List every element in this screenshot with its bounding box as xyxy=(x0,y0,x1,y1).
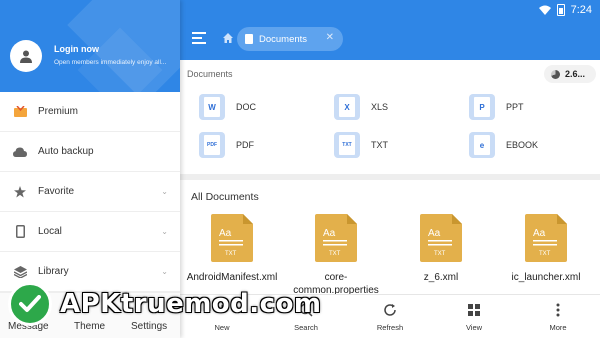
status-time: 7:24 xyxy=(570,4,592,16)
file-item[interactable]: Aa TXT z_6.xml xyxy=(393,214,489,284)
category-label: PPT xyxy=(506,102,524,112)
app-screen: 7:24 Documents ✕ Documents 2.6... W DOC … xyxy=(0,0,600,338)
svg-text:Aa: Aa xyxy=(533,228,546,239)
doc-icon: W xyxy=(199,94,225,120)
pdf-icon: PDF xyxy=(199,132,225,158)
category-ppt[interactable]: P PPT xyxy=(469,94,524,120)
refresh-label: Refresh xyxy=(376,323,404,332)
file-name: ic_launcher.xml xyxy=(511,272,581,283)
category-label: TXT xyxy=(371,140,388,150)
drawer-item-label: Favorite xyxy=(38,186,75,197)
svg-text:Aa: Aa xyxy=(323,228,336,239)
tab-documents[interactable]: Documents ✕ xyxy=(237,27,343,51)
category-xls[interactable]: X XLS xyxy=(334,94,388,120)
txt-file-icon: Aa TXT xyxy=(315,214,357,262)
all-documents-label: All Documents xyxy=(191,191,259,203)
drawer-item-label: Library xyxy=(38,266,69,277)
svg-text:TXT: TXT xyxy=(434,251,446,257)
svg-text:TXT: TXT xyxy=(225,251,237,257)
view-button[interactable]: View xyxy=(444,301,504,332)
battery-icon xyxy=(556,4,565,16)
svg-text:TXT: TXT xyxy=(329,251,341,257)
grid-view-icon xyxy=(468,304,480,316)
txt-file-icon: Aa TXT xyxy=(420,214,462,262)
category-label: XLS xyxy=(371,102,389,112)
svg-text:Aa: Aa xyxy=(219,228,232,239)
drawer-item-label: Premium xyxy=(38,106,79,117)
drawer-item-auto-backup[interactable]: Auto backup xyxy=(0,132,180,172)
status-icons: 7:24 xyxy=(538,3,592,17)
drawer-item-label: Local xyxy=(38,226,62,237)
menu-icon[interactable] xyxy=(192,32,206,44)
category-pdf[interactable]: PDF PDF xyxy=(199,132,254,158)
cloud-upload-icon xyxy=(13,145,27,159)
drawer-item-local[interactable]: Local ⌄ xyxy=(0,212,180,252)
home-icon[interactable] xyxy=(223,33,233,43)
ebook-icon: e xyxy=(469,132,495,158)
phone-icon xyxy=(13,225,27,239)
drawer-item-label: Auto backup xyxy=(38,146,94,157)
more-button[interactable]: More xyxy=(528,301,588,332)
more-vertical-icon xyxy=(556,303,560,317)
category-label: EBOOK xyxy=(506,140,539,150)
refresh-button[interactable]: Refresh xyxy=(360,301,420,332)
category-ebook[interactable]: e EBOOK xyxy=(469,132,538,158)
layers-icon xyxy=(13,265,27,279)
category-label: DOC xyxy=(236,102,256,112)
txt-file-icon: Aa TXT xyxy=(211,214,253,262)
checkmark-logo-icon xyxy=(8,282,52,326)
refresh-icon xyxy=(384,304,396,316)
txt-file-icon: Aa TXT xyxy=(525,214,567,262)
more-label: More xyxy=(549,323,567,332)
wifi-icon xyxy=(538,5,551,15)
login-subtitle: Open members immediately enjoy all... xyxy=(54,59,167,66)
tab-label: Documents xyxy=(259,33,308,45)
ppt-icon: P xyxy=(469,94,495,120)
document-icon xyxy=(245,34,253,44)
storage-chip[interactable]: 2.6... xyxy=(544,65,596,83)
person-icon xyxy=(20,50,32,63)
star-icon xyxy=(13,185,27,199)
category-txt[interactable]: TXT TXT xyxy=(334,132,388,158)
svg-text:TXT: TXT xyxy=(539,251,551,257)
chevron-down-icon[interactable]: ⌄ xyxy=(161,267,168,276)
txt-icon: TXT xyxy=(334,132,360,158)
documents-section-label: Documents xyxy=(187,69,233,79)
watermark-text: APKtruemod.com xyxy=(60,289,322,319)
file-name: z_6.xml xyxy=(423,272,459,283)
section-divider xyxy=(180,174,600,180)
drawer-header[interactable]: Login now Open members immediately enjoy… xyxy=(0,0,180,92)
login-title[interactable]: Login now xyxy=(54,44,99,54)
view-label: View xyxy=(465,323,483,332)
drawer-item-favorite[interactable]: Favorite ⌄ xyxy=(0,172,180,212)
svg-text:Aa: Aa xyxy=(428,228,441,239)
xls-icon: X xyxy=(334,94,360,120)
drawer-item-premium[interactable]: Premium xyxy=(0,92,180,132)
file-item[interactable]: Aa TXT AndroidManifest.xml xyxy=(184,214,280,284)
category-label: PDF xyxy=(236,140,254,150)
storage-pie-icon xyxy=(551,69,560,79)
avatar[interactable] xyxy=(10,40,42,72)
drawer-menu: Premium Auto backup Favorite ⌄ Local ⌄ L… xyxy=(0,92,180,292)
chevron-down-icon[interactable]: ⌄ xyxy=(161,187,168,196)
watermark: APKtruemod.com xyxy=(8,282,322,326)
chevron-down-icon[interactable]: ⌄ xyxy=(161,227,168,236)
category-doc[interactable]: W DOC xyxy=(199,94,256,120)
premium-icon xyxy=(13,105,27,119)
app-bar: Documents ✕ xyxy=(180,20,600,60)
storage-value: 2.6... xyxy=(565,69,586,79)
file-item[interactable]: Aa TXT ic_launcher.xml xyxy=(498,214,594,284)
close-icon[interactable]: ✕ xyxy=(326,32,334,43)
